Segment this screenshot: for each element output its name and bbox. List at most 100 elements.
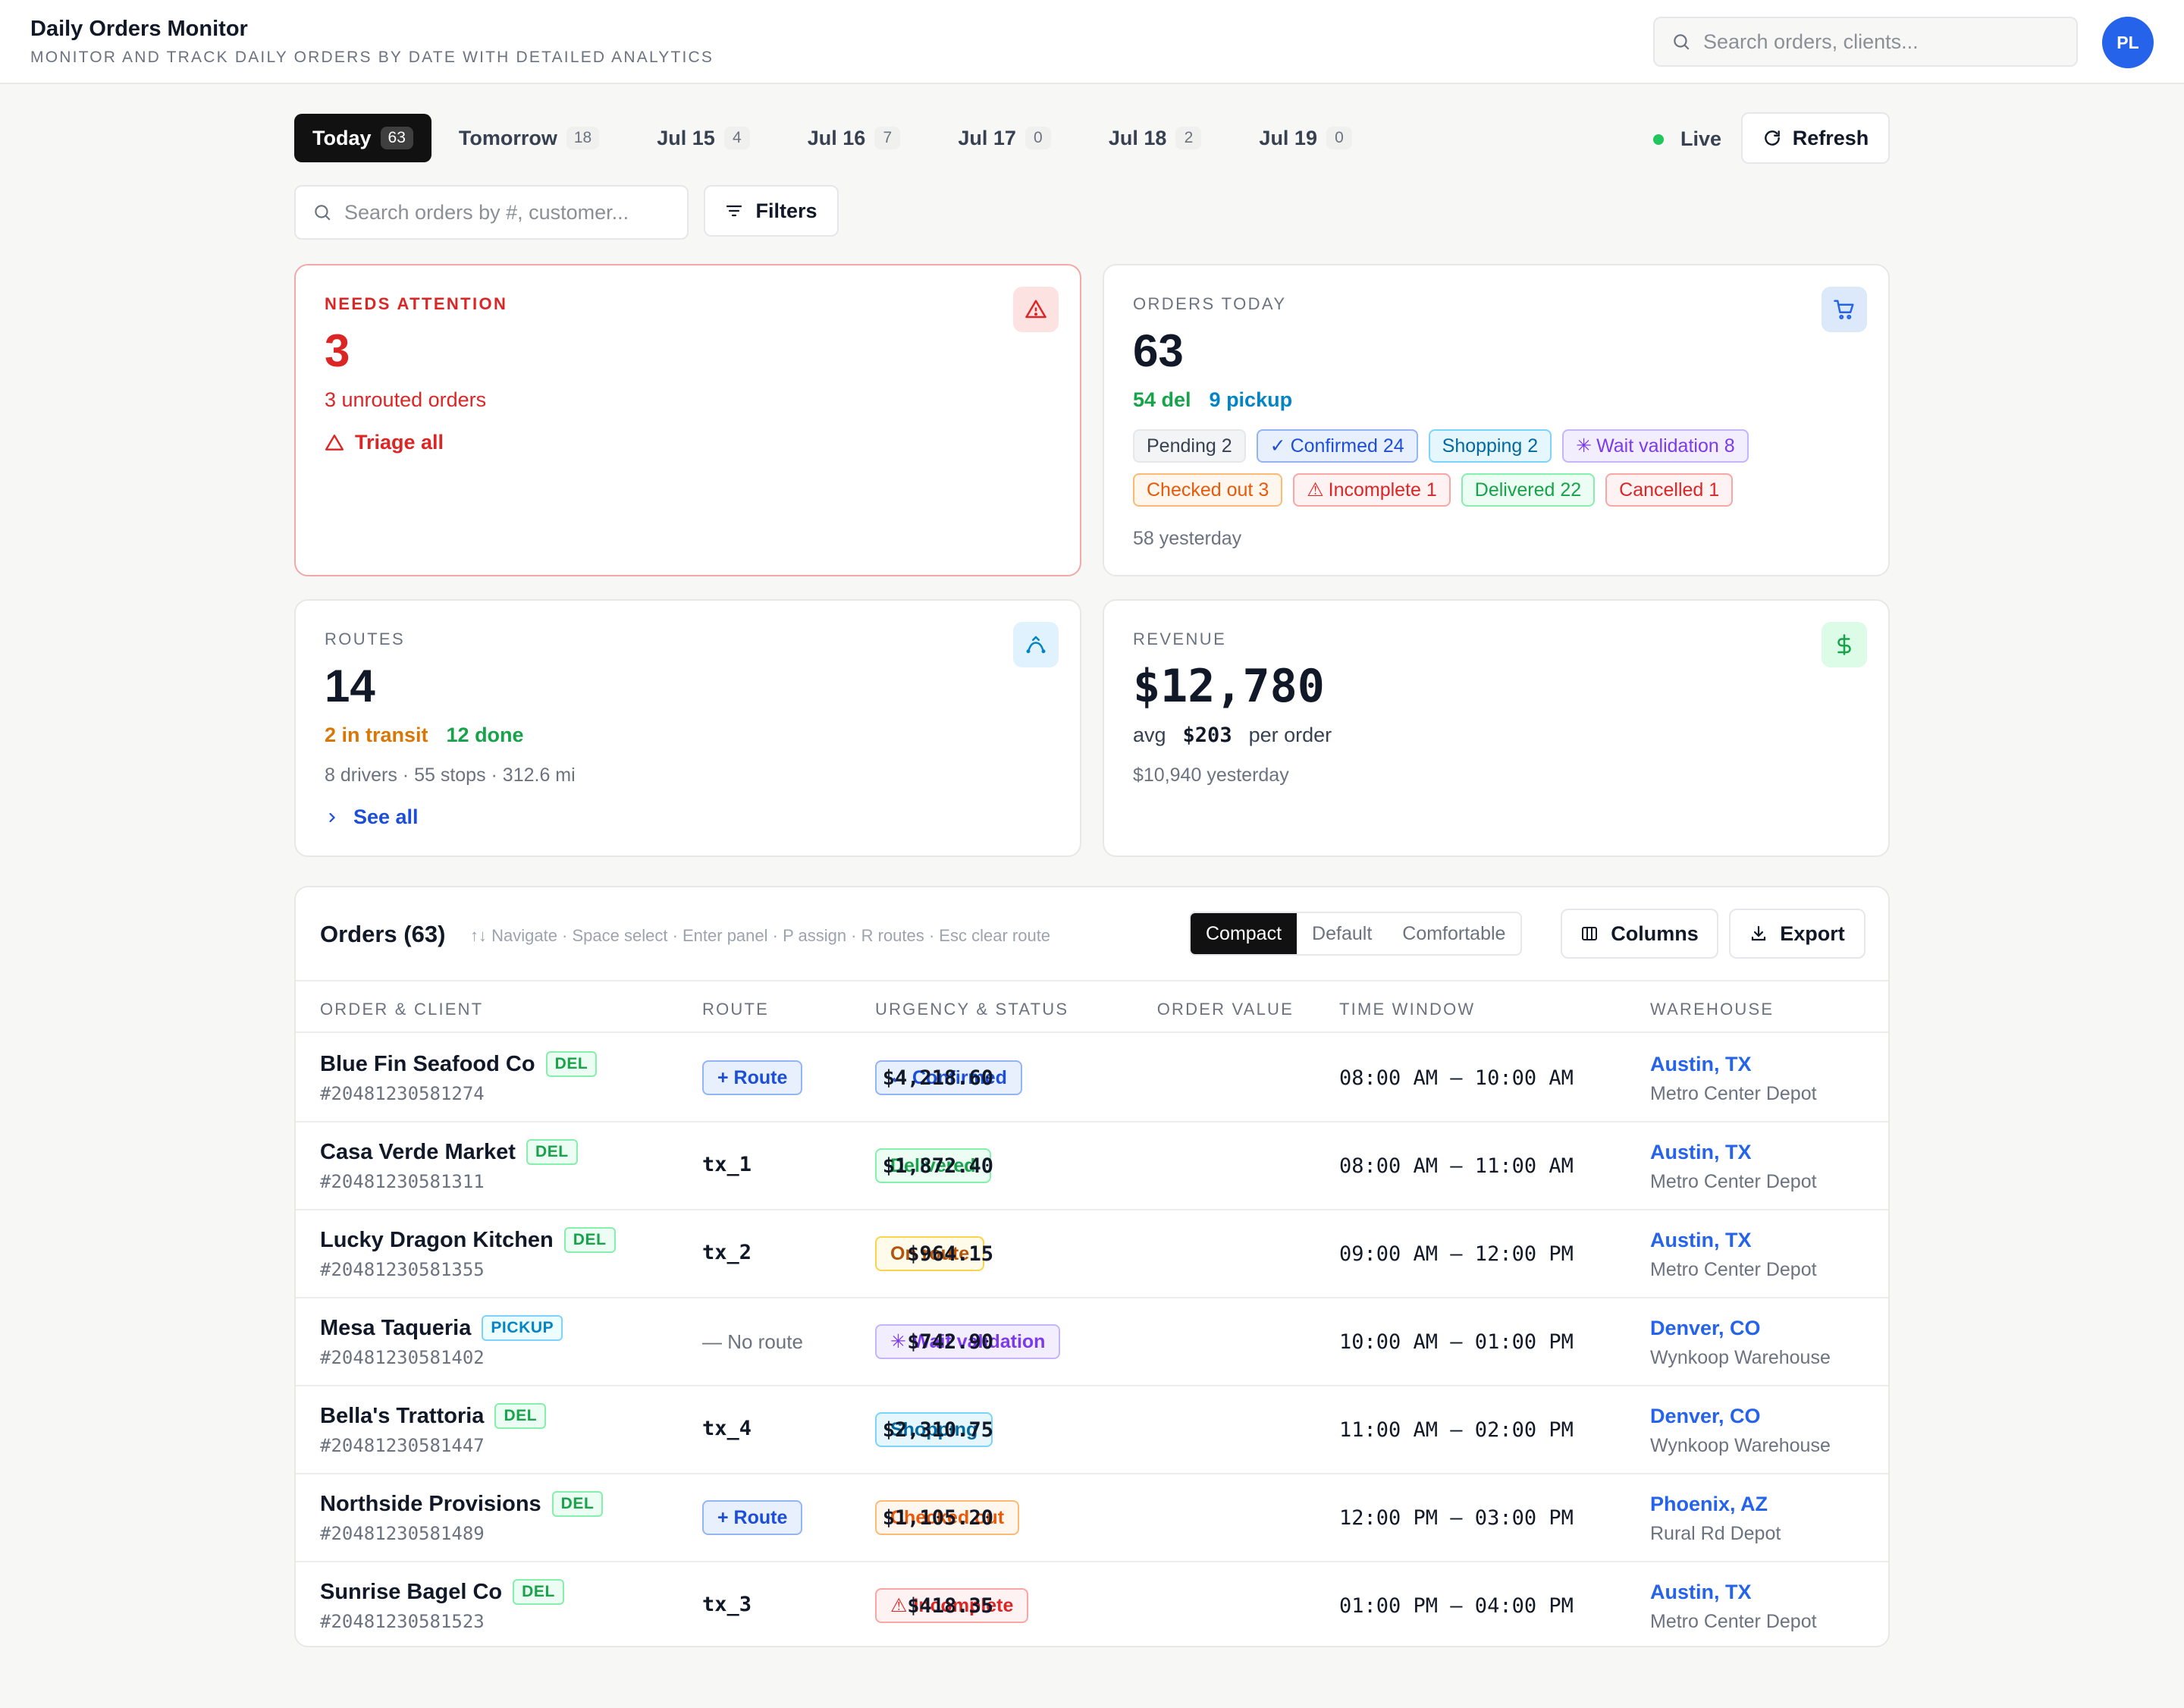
density-toggle: Compact Default Comfortable bbox=[1189, 912, 1523, 956]
warning-icon bbox=[325, 434, 344, 451]
orders-table-card: Orders (63) ↑↓ Navigate · Space select ·… bbox=[294, 886, 1890, 1647]
route-id[interactable]: tx_1 bbox=[702, 1153, 752, 1176]
date-tab-count: 7 bbox=[874, 127, 901, 149]
date-tab[interactable]: Tomorrow 18 bbox=[441, 114, 617, 162]
time-window: 08:00 AM — 11:00 AM bbox=[1339, 1154, 1574, 1178]
status-chip[interactable]: ✳ Wait validation 8 bbox=[1562, 429, 1749, 463]
shopping-cart-icon bbox=[1822, 287, 1867, 332]
status-chip[interactable]: Shopping 2 bbox=[1428, 429, 1552, 463]
client-name: Blue Fin Seafood Co bbox=[320, 1051, 535, 1076]
route-id[interactable]: tx_2 bbox=[702, 1241, 752, 1264]
client-cell: Mesa Taqueria PICKUP bbox=[320, 1315, 563, 1341]
warehouse-name: Metro Center Depot bbox=[1650, 1083, 1817, 1104]
add-route-button[interactable]: + Route bbox=[702, 1500, 803, 1535]
date-tab[interactable]: Jul 15 4 bbox=[639, 114, 768, 162]
date-tab-label: Jul 19 bbox=[1259, 126, 1317, 149]
table-row[interactable]: Northside Provisions DEL #20481230581489 + … bbox=[296, 1474, 1888, 1562]
route-icon bbox=[1013, 622, 1059, 667]
refresh-button[interactable]: Refresh bbox=[1741, 112, 1890, 164]
keyboard-hint: ↑↓ Navigate · Space select · Enter panel… bbox=[470, 926, 1051, 945]
date-tab-label: Jul 18 bbox=[1108, 126, 1167, 149]
orders-today-card: ORDERS TODAY 63 54 del 9 pickup Pending … bbox=[1103, 264, 1890, 576]
client-name: Sunrise Bagel Co bbox=[320, 1579, 503, 1604]
table-row[interactable]: Sunrise Bagel Co DEL #20481230581523 tx_3 ⚠ I… bbox=[296, 1562, 1888, 1646]
attention-count: 3 bbox=[325, 325, 350, 376]
order-value: $2,310.75 bbox=[882, 1418, 993, 1442]
warehouse-city-link[interactable]: Austin, TX bbox=[1650, 1141, 1752, 1164]
th-route[interactable]: ROUTE bbox=[702, 1000, 769, 1019]
date-tab[interactable]: Jul 16 7 bbox=[789, 114, 919, 162]
revenue-yesterday: $10,940 yesterday bbox=[1133, 765, 1289, 786]
date-tab-count: 18 bbox=[566, 127, 600, 149]
client-cell: Northside Provisions DEL bbox=[320, 1491, 604, 1517]
warehouse-city-link[interactable]: Phoenix, AZ bbox=[1650, 1493, 1768, 1516]
status-chip-icon: ⚠ bbox=[1307, 479, 1324, 501]
status-icon: ✳ bbox=[890, 1331, 906, 1352]
date-tab[interactable]: Jul 19 0 bbox=[1241, 114, 1370, 162]
warehouse-city-link[interactable]: Austin, TX bbox=[1650, 1229, 1752, 1252]
warehouse-city-link[interactable]: Denver, CO bbox=[1650, 1405, 1761, 1428]
dollar-icon bbox=[1822, 622, 1867, 667]
th-warehouse[interactable]: WAREHOUSE bbox=[1650, 1000, 1774, 1019]
status-chip[interactable]: ✓ Confirmed 24 bbox=[1256, 429, 1418, 463]
order-search-input[interactable] bbox=[344, 200, 663, 224]
warehouse-city-link[interactable]: Austin, TX bbox=[1650, 1581, 1752, 1604]
client-cell: Sunrise Bagel Co DEL bbox=[320, 1579, 564, 1605]
status-chip-label: Checked out 3 bbox=[1147, 479, 1269, 501]
status-chip[interactable]: Pending 2 bbox=[1133, 429, 1246, 463]
status-chip[interactable]: ⚠ Incomplete 1 bbox=[1293, 473, 1451, 507]
date-tab-label: Tomorrow bbox=[458, 126, 557, 149]
order-type-badge: DEL bbox=[513, 1579, 564, 1605]
order-value: $418.35 bbox=[907, 1594, 993, 1618]
status-chip[interactable]: Cancelled 1 bbox=[1605, 473, 1734, 507]
card-label: REVENUE bbox=[1133, 630, 1227, 648]
triage-all-link[interactable]: Triage all bbox=[325, 431, 444, 454]
warehouse-city-link[interactable]: Austin, TX bbox=[1650, 1053, 1752, 1076]
time-window: 10:00 AM — 01:00 PM bbox=[1339, 1330, 1574, 1354]
export-button[interactable]: Export bbox=[1729, 909, 1866, 959]
th-time-window[interactable]: TIME WINDOW bbox=[1339, 1000, 1475, 1019]
routes-card: ROUTES 14 2 in transit 12 done 8 drivers… bbox=[294, 599, 1081, 857]
add-route-button[interactable]: + Route bbox=[702, 1060, 803, 1095]
table-row[interactable]: Lucky Dragon Kitchen DEL #20481230581355 tx… bbox=[296, 1210, 1888, 1298]
date-tab[interactable]: Today 63 bbox=[294, 114, 431, 162]
order-search[interactable] bbox=[294, 185, 689, 240]
density-comfortable[interactable]: Comfortable bbox=[1387, 913, 1520, 954]
th-status[interactable]: URGENCY & STATUS bbox=[875, 1000, 1068, 1019]
orders-title: Orders (63) bbox=[320, 921, 446, 947]
density-compact[interactable]: Compact bbox=[1191, 913, 1298, 954]
avatar[interactable]: PL bbox=[2102, 17, 2154, 68]
table-row[interactable]: Bella's Trattoria DEL #20481230581447 tx_4 S… bbox=[296, 1386, 1888, 1474]
th-order-client[interactable]: ORDER & CLIENT bbox=[320, 1000, 483, 1019]
route-id[interactable]: tx_4 bbox=[702, 1417, 752, 1440]
see-all-link[interactable]: See all bbox=[325, 805, 419, 829]
columns-button[interactable]: Columns bbox=[1561, 909, 1718, 959]
global-search-input[interactable] bbox=[1703, 30, 2037, 54]
order-id: #20481230581489 bbox=[320, 1523, 485, 1544]
order-id: #20481230581274 bbox=[320, 1083, 485, 1104]
order-id: #20481230581311 bbox=[320, 1171, 485, 1192]
order-value: $1,872.40 bbox=[882, 1154, 993, 1178]
status-chip-label: Wait validation 8 bbox=[1596, 435, 1735, 457]
filters-button[interactable]: Filters bbox=[704, 185, 839, 237]
date-tab[interactable]: Jul 18 2 bbox=[1090, 114, 1220, 162]
status-chip-label: Shopping 2 bbox=[1442, 435, 1539, 457]
table-row[interactable]: Mesa Taqueria PICKUP #20481230581402 — No r… bbox=[296, 1298, 1888, 1386]
columns-label: Columns bbox=[1611, 922, 1699, 945]
status-chip[interactable]: Checked out 3 bbox=[1133, 473, 1283, 507]
time-window: 08:00 AM — 10:00 AM bbox=[1339, 1066, 1574, 1090]
route-id[interactable]: tx_3 bbox=[702, 1593, 752, 1616]
no-route-label: — No route bbox=[702, 1330, 803, 1353]
date-tab-label: Jul 16 bbox=[807, 126, 866, 149]
global-search[interactable] bbox=[1653, 17, 2078, 67]
live-label: Live bbox=[1680, 127, 1722, 150]
status-chip[interactable]: Delivered 22 bbox=[1461, 473, 1596, 507]
table-row[interactable]: Casa Verde Market DEL #20481230581311 tx_1 D… bbox=[296, 1122, 1888, 1210]
top-header: Daily Orders Monitor MONITOR AND TRACK D… bbox=[0, 0, 2184, 84]
density-default[interactable]: Default bbox=[1297, 913, 1387, 954]
date-tab[interactable]: Jul 17 0 bbox=[940, 114, 1069, 162]
warehouse-city-link[interactable]: Denver, CO bbox=[1650, 1317, 1761, 1340]
table-row[interactable]: Blue Fin Seafood Co DEL #20481230581274 + R… bbox=[296, 1035, 1888, 1122]
client-name: Lucky Dragon Kitchen bbox=[320, 1227, 554, 1252]
th-order-value[interactable]: ORDER VALUE bbox=[1157, 1000, 1294, 1019]
